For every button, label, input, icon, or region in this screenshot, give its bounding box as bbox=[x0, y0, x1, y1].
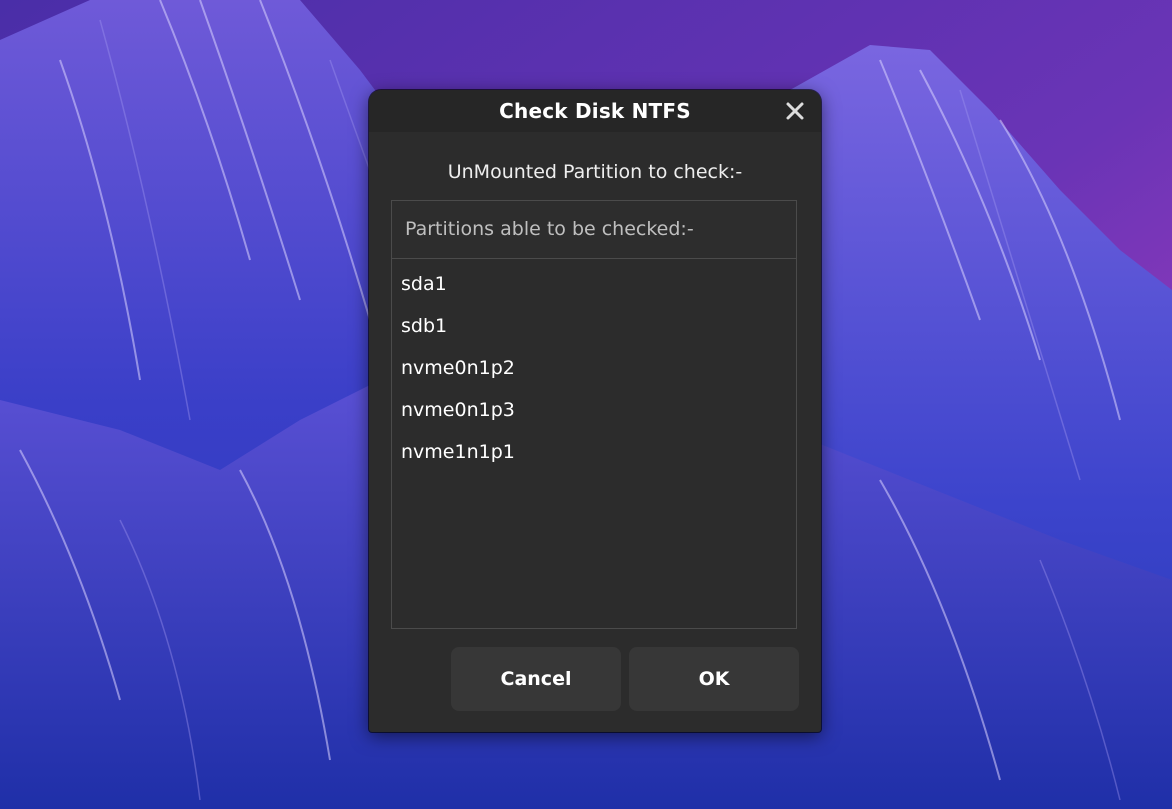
list-header[interactable]: Partitions able to be checked:- bbox=[392, 201, 796, 259]
check-disk-dialog: Check Disk NTFS UnMounted Partition to c… bbox=[369, 90, 821, 732]
list-item[interactable]: nvme0n1p2 bbox=[392, 347, 796, 389]
ok-button[interactable]: OK bbox=[629, 647, 799, 711]
close-icon bbox=[786, 102, 804, 120]
list-header-label: Partitions able to be checked:- bbox=[405, 218, 694, 240]
partition-list[interactable]: Partitions able to be checked:- sda1 sdb… bbox=[391, 200, 797, 629]
dialog-heading: UnMounted Partition to check:- bbox=[447, 161, 743, 183]
partition-rows: sda1 sdb1 nvme0n1p2 nvme0n1p3 nvme1n1p1 bbox=[392, 263, 796, 473]
close-button[interactable] bbox=[781, 97, 809, 125]
dialog-titlebar[interactable]: Check Disk NTFS bbox=[369, 90, 821, 132]
list-item[interactable]: nvme0n1p3 bbox=[392, 389, 796, 431]
list-item[interactable]: sdb1 bbox=[392, 305, 796, 347]
list-item[interactable]: nvme1n1p1 bbox=[392, 431, 796, 473]
cancel-button[interactable]: Cancel bbox=[451, 647, 621, 711]
list-item[interactable]: sda1 bbox=[392, 263, 796, 305]
dialog-title: Check Disk NTFS bbox=[499, 99, 691, 123]
